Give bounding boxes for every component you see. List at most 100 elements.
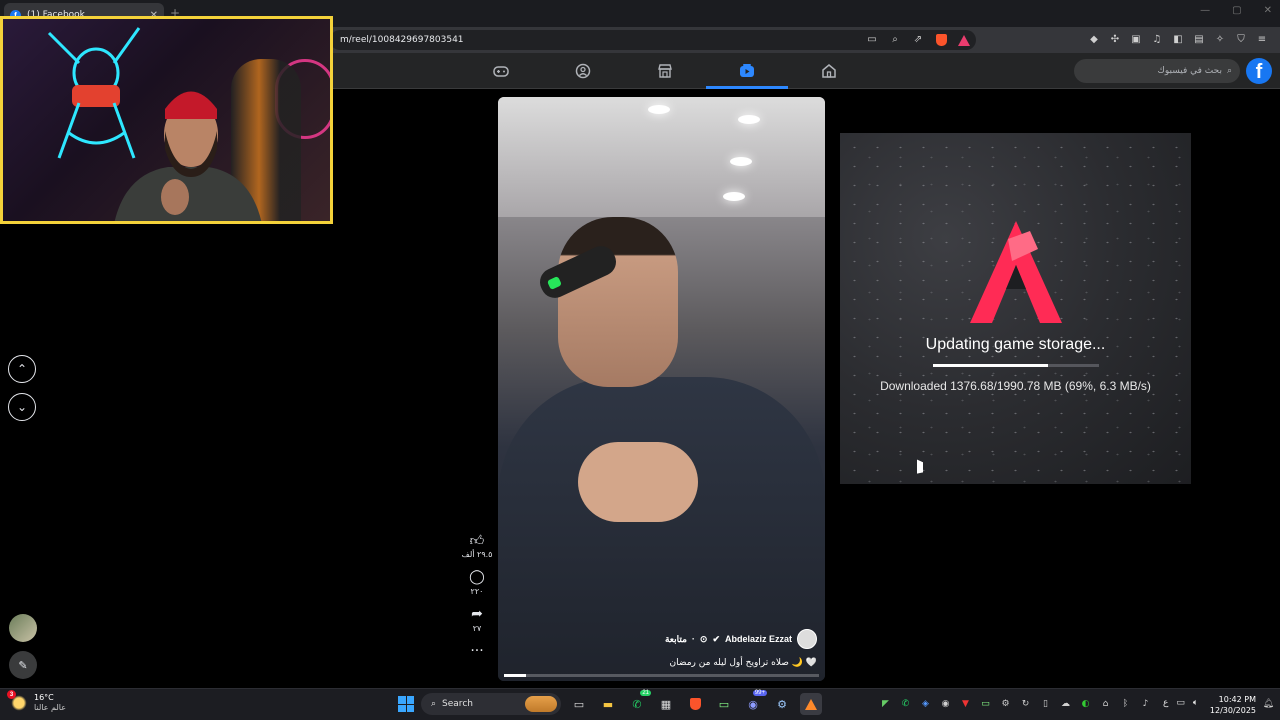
weather-widget[interactable]: 3 16°C عالم عالنا	[7, 690, 66, 713]
sidebar-toggle-icon[interactable]: ◧	[1172, 34, 1184, 46]
start-button[interactable]	[398, 696, 414, 712]
streamer-figure	[114, 91, 262, 221]
edit-pencil-icon: ✎	[18, 658, 28, 672]
bluetooth-icon[interactable]: ᛒ	[1120, 698, 1131, 709]
steam-button[interactable]: ⚙	[771, 693, 793, 715]
cast-icon[interactable]: ▭	[866, 34, 878, 46]
video-scene-lamp	[730, 157, 752, 166]
maximize-icon[interactable]: ▢	[1232, 5, 1241, 16]
discord-icon: ◉	[748, 697, 758, 711]
nav-groups[interactable]	[542, 53, 624, 89]
volume-icon[interactable]: 🔈︎	[1193, 698, 1198, 708]
whatsapp-button[interactable]: ✆ 21	[626, 690, 651, 715]
wallet-icon[interactable]: ▤	[1193, 34, 1205, 46]
file-explorer-button[interactable]: ▬	[597, 693, 619, 715]
share-arrow-icon: ➦	[471, 606, 483, 622]
more-options-action[interactable]: ···	[470, 643, 483, 660]
gpu-monitor-icon[interactable]: ▭	[980, 698, 991, 709]
groups-icon	[575, 63, 591, 79]
updater-title: Updating game storage...	[925, 336, 1106, 353]
search-icon: ⌕	[431, 699, 437, 709]
taskbar-clock[interactable]: 10:42 PM 12/30/2025	[1210, 694, 1256, 716]
share-count: ٢٧	[472, 624, 482, 633]
reel-author-name[interactable]: Abdelaziz Ezzat	[725, 634, 792, 644]
leo-ai-icon[interactable]: ✧	[1214, 34, 1226, 46]
like-count: ٢٩.٥ ألف	[461, 550, 493, 559]
weather-temp: 16°C	[34, 693, 54, 702]
like-action[interactable]: 👍︎ ٢٩.٥ ألف	[462, 532, 493, 559]
window-controls: — ▢ ✕	[1200, 5, 1272, 16]
updater-progress-bar	[933, 364, 1099, 367]
task-view-icon: ▭	[573, 697, 585, 711]
marketplace-icon	[658, 64, 672, 78]
cloud-icon[interactable]: ☁	[1060, 698, 1071, 709]
media-controls-icon[interactable]: ♫	[1151, 34, 1163, 46]
zoom-icon[interactable]: ⌕	[889, 34, 901, 46]
brave-rewards-icon[interactable]	[958, 34, 970, 46]
nav-marketplace[interactable]	[624, 53, 706, 89]
nav-video[interactable]	[706, 53, 788, 89]
brave-browser-button[interactable]	[684, 693, 706, 715]
extensions-puzzle-icon[interactable]: ✣	[1109, 34, 1121, 46]
reel-author-avatar[interactable]	[797, 629, 817, 649]
comment-action[interactable]: ◯ ٢٢٠	[469, 569, 485, 596]
facebook-logo[interactable]: f	[1246, 58, 1272, 84]
photos-button[interactable]: ▦	[655, 693, 677, 715]
video-scene-lamp	[738, 115, 760, 124]
follow-link[interactable]: متابعة	[665, 634, 687, 645]
terminal-button[interactable]: ▭	[713, 693, 735, 715]
vpn-shield-icon[interactable]: ⛉	[1235, 34, 1247, 46]
screenshot-icon[interactable]: ▣	[1130, 34, 1142, 46]
game-launcher-button[interactable]	[800, 693, 822, 715]
photos-icon: ▦	[660, 697, 672, 711]
screen: f (1) Facebook ✕ + — ▢ ✕ m/reel/10084296…	[0, 0, 1280, 720]
task-view-button[interactable]: ▭	[568, 693, 590, 715]
game-launcher-logo-icon	[970, 221, 1062, 323]
wallet-diamond-icon[interactable]: ◆	[1088, 34, 1100, 46]
minimize-icon[interactable]: —	[1200, 5, 1210, 16]
clock-date: 12/30/2025	[1209, 706, 1256, 715]
share-icon[interactable]: ⇗	[912, 34, 924, 46]
video-scene-ceiling	[498, 97, 825, 217]
notifications-bell-icon[interactable]: 🔔︎	[1263, 699, 1274, 709]
brave-shields-icon[interactable]	[935, 34, 947, 46]
share-action[interactable]: ➦ ٢٧	[471, 606, 483, 633]
globe-icon: ⊙	[699, 633, 708, 644]
steam-tray-icon[interactable]: ⚙	[1000, 698, 1011, 709]
menu-icon[interactable]: ≡	[1256, 34, 1268, 46]
usb-icon[interactable]: ▯	[1040, 698, 1051, 709]
facebook-logo-letter: f	[1255, 61, 1263, 83]
create-post-button[interactable]: ✎	[9, 651, 37, 679]
windows-taskbar: 3 16°C عالم عالنا ⌕ Search ▭ ▬ ✆ 21 ▦ ▭ ◉…	[0, 688, 1280, 720]
weather-sun-icon: 3	[7, 690, 28, 712]
antivirus-icon[interactable]: ▼	[960, 698, 971, 709]
close-window-icon[interactable]: ✕	[1264, 5, 1272, 16]
next-reel-button[interactable]: ⌄	[8, 393, 36, 421]
nav-home[interactable]	[788, 53, 870, 89]
reel-progress-bar[interactable]	[504, 674, 819, 677]
terminal-icon: ▭	[718, 697, 730, 711]
xbox-icon[interactable]: ◐	[1080, 698, 1091, 709]
microphone-icon[interactable]: ♪	[1140, 698, 1151, 709]
nav-gaming[interactable]	[460, 53, 542, 89]
reel-author-row: متابعة · ⊙ ✔ Abdelaziz Ezzat	[665, 629, 817, 649]
search-highlight-image	[525, 696, 557, 712]
network-icon[interactable]: ⌂	[1100, 698, 1111, 709]
reel-video-player[interactable]: متابعة · ⊙ ✔ Abdelaziz Ezzat صلاه تراويح…	[498, 97, 825, 681]
copilot-icon[interactable]: ◈	[920, 698, 931, 709]
facebook-search-input[interactable]: بحث في فيسبوك ⌕	[1074, 59, 1240, 83]
language-indicator[interactable]: ع	[1163, 698, 1168, 708]
taskbar-search[interactable]: ⌕ Search	[421, 693, 561, 715]
discord-tray-icon[interactable]: ◉	[940, 698, 951, 709]
updater-status-text: Downloaded 1376.68/1990.78 MB (69%, 6.3 …	[880, 379, 1151, 393]
refresh-icon[interactable]: ↻	[1020, 698, 1031, 709]
chevron-up-icon: ⌃	[16, 362, 28, 376]
profile-avatar[interactable]	[9, 614, 37, 642]
whatsapp-icon: ✆	[632, 697, 642, 711]
nvidia-icon[interactable]: ◤	[880, 698, 891, 709]
previous-reel-button[interactable]: ⌃	[8, 355, 36, 383]
whatsapp-tray-icon[interactable]: ✆	[900, 698, 911, 709]
display-icon[interactable]: ▭	[1176, 698, 1185, 708]
folder-icon: ▬	[602, 697, 614, 711]
discord-button[interactable]: ◉ 99+	[742, 690, 767, 715]
